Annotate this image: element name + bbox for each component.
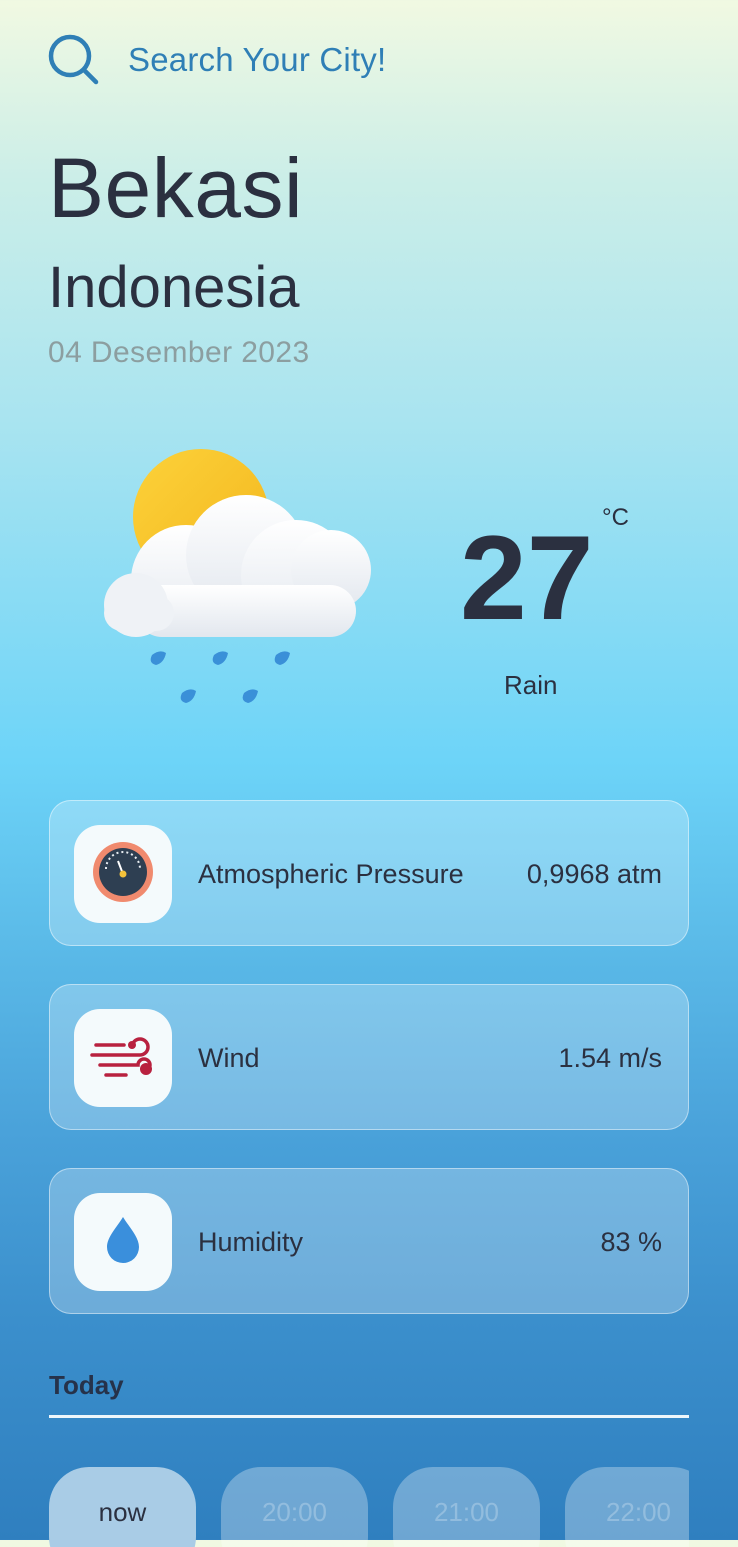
wind-icon: [90, 1031, 156, 1086]
stat-label-wind: Wind: [198, 1043, 260, 1073]
search-icon[interactable]: [48, 34, 100, 86]
pressure-icon-box: [74, 825, 172, 923]
country-name: Indonesia: [48, 255, 300, 320]
temperature-block: 27 °C Rain: [450, 500, 650, 710]
today-divider: [49, 1415, 689, 1418]
temperature-value: 27: [460, 511, 594, 645]
sun-cloud-rain-icon: [96, 445, 386, 725]
stat-value-pressure: 0,9968 atm: [526, 859, 662, 889]
search-bar[interactable]: Search Your City!: [48, 34, 386, 86]
stat-card-wind: Wind 1.54 m/s: [49, 984, 689, 1130]
current-date: 04 Desember 2023: [48, 336, 310, 369]
hourly-forecast-list[interactable]: now 20:00 21:00 22:00: [49, 1467, 689, 1547]
stat-label-pressure: Atmospheric Pressure: [198, 859, 464, 889]
temperature-unit: °C: [602, 504, 629, 531]
pressure-gauge-icon: [92, 841, 154, 908]
stat-card-pressure: Atmospheric Pressure 0,9968 atm: [49, 800, 689, 946]
stat-value-wind: 1.54 m/s: [558, 1043, 662, 1073]
humidity-icon-box: [74, 1193, 172, 1291]
hour-item-22[interactable]: 22:00: [565, 1467, 689, 1547]
wind-icon-box: [74, 1009, 172, 1107]
today-heading: Today: [49, 1370, 124, 1400]
hour-item-21[interactable]: 21:00: [393, 1467, 540, 1547]
search-input[interactable]: Search Your City!: [128, 41, 386, 79]
stat-label-humidity: Humidity: [198, 1227, 304, 1257]
hour-item-20[interactable]: 20:00: [221, 1467, 368, 1547]
stat-card-humidity: Humidity 83 %: [49, 1168, 689, 1314]
city-name: Bekasi: [48, 141, 304, 235]
stat-value-humidity: 83 %: [600, 1227, 662, 1257]
weather-condition: Rain: [504, 670, 558, 700]
water-drop-icon: [103, 1215, 143, 1270]
hour-item-now[interactable]: now: [49, 1467, 196, 1547]
